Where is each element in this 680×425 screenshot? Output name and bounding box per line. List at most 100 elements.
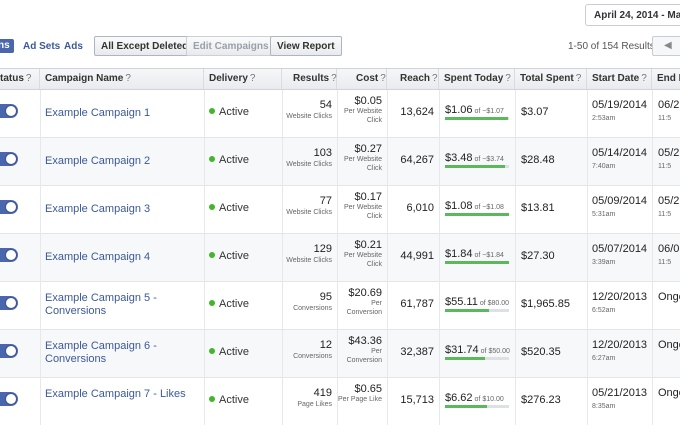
campaign-name-link[interactable]: Example Campaign 3 [45, 203, 195, 216]
active-dot-icon [209, 252, 215, 258]
campaign-name-link[interactable]: Example Campaign 6 - Conversions [45, 340, 195, 366]
active-dot-icon [209, 396, 215, 402]
active-dot-icon [209, 108, 215, 114]
tab-ads[interactable]: Ads [64, 41, 83, 52]
status-toggle[interactable] [0, 152, 18, 166]
spent-today-value: $6.62 [445, 392, 473, 404]
campaign-name-link[interactable]: Example Campaign 7 - Likes [45, 388, 195, 401]
total-spent-value: $13.81 [521, 202, 555, 214]
column-start-date[interactable]: Start Date? [587, 69, 652, 89]
tab-campaigns[interactable]: ns [0, 39, 14, 53]
column-status[interactable]: tatus? [0, 69, 40, 89]
spend-progress-fill [445, 261, 509, 264]
end-date: 06/2 11:5 [658, 99, 680, 122]
start-date: 12/20/2013 6:27am [592, 339, 648, 362]
delivery-status: Active [209, 250, 249, 262]
column-total-spent[interactable]: Total Spent? [515, 69, 587, 89]
reach-value: 15,713 [400, 394, 434, 406]
cost-type: Per Website Click [344, 156, 382, 172]
results-cell: 95 Conversions [278, 291, 332, 321]
delivery-status: Active [209, 394, 249, 406]
toggle-knob [5, 153, 17, 165]
spent-budget: of $50.00 [480, 348, 510, 355]
results-cell: 419 Page Likes [278, 387, 332, 417]
cost-type: Per Website Click [344, 252, 382, 268]
spend-progress-bar [445, 117, 509, 120]
cost-type: Per Website Click [344, 204, 382, 220]
spend-progress-fill [445, 309, 489, 312]
reach-value: 6,010 [406, 202, 434, 214]
status-toggle[interactable] [0, 248, 18, 262]
status-toggle[interactable] [0, 296, 18, 310]
status-toggle[interactable] [0, 200, 18, 214]
delivery-status: Active [209, 106, 249, 118]
column-cost[interactable]: Cost? [337, 69, 387, 89]
edit-campaigns-label: Edit Campaigns [193, 41, 269, 52]
spent-budget: of $10.00 [474, 396, 504, 403]
cost-cell: $0.65 Per Page Like [338, 383, 382, 404]
end-date: 05/2 11:5 [658, 147, 680, 170]
cost-cell: $20.69 Per Conversion [338, 287, 382, 317]
cost-value: $0.17 [354, 191, 382, 203]
toggle-knob [5, 297, 17, 309]
table-row: Example Campaign 2 Active 103 Website Cl… [0, 138, 680, 186]
campaign-name-link[interactable]: Example Campaign 2 [45, 155, 195, 168]
cost-value: $43.36 [348, 335, 382, 347]
column-spent-today[interactable]: Spent Today? [439, 69, 515, 89]
end-date: 06/0 11:5 [658, 243, 680, 266]
column-end-date[interactable]: End D [652, 69, 680, 89]
view-report-button[interactable]: View Report [270, 36, 342, 56]
status-toggle[interactable] [0, 344, 18, 358]
end-date: 05/2 11:5 [658, 195, 680, 218]
table-row: Example Campaign 3 Active 77 Website Cli… [0, 186, 680, 234]
cost-cell: $0.27 Per Website Click [338, 143, 382, 173]
campaign-name-link[interactable]: Example Campaign 4 [45, 251, 195, 264]
column-campaign-name[interactable]: Campaign Name? [40, 69, 204, 89]
campaign-name-link[interactable]: Example Campaign 5 - Conversions [45, 292, 195, 318]
end-date: Ongo [658, 339, 680, 351]
column-reach[interactable]: Reach? [387, 69, 439, 89]
toolbar: ns Ad Sets Ads All Except Deleted Edit C… [0, 34, 680, 58]
results-value: 129 [313, 243, 332, 255]
results-value: 419 [313, 387, 332, 399]
status-toggle[interactable] [0, 104, 18, 118]
reach-value: 32,387 [400, 346, 434, 358]
results-value: 103 [313, 147, 332, 159]
spent-budget: of ~$3.74 [474, 156, 504, 163]
spend-progress-fill [445, 213, 509, 216]
cost-value: $0.21 [354, 239, 382, 251]
spent-today-cell: $3.48 of ~$3.74 [445, 148, 513, 168]
column-results[interactable]: Results? [282, 69, 337, 89]
pagination-count: 1-50 of 154 Results [568, 41, 655, 52]
cost-type: Per Page Like [338, 396, 382, 403]
results-value: 12 [319, 339, 332, 351]
cost-value: $0.65 [354, 383, 382, 395]
spent-today-cell: $6.62 of $10.00 [445, 388, 513, 408]
results-type: Page Likes [297, 401, 332, 408]
cost-cell: $0.05 Per Website Click [338, 95, 382, 125]
status-toggle[interactable] [0, 392, 18, 406]
date-range-picker[interactable]: April 24, 2014 - May 2 [585, 4, 680, 26]
active-dot-icon [209, 156, 215, 162]
tab-ad-sets[interactable]: Ad Sets [23, 41, 60, 52]
results-cell: 77 Website Clicks [278, 195, 332, 225]
end-date: Ongo [658, 291, 680, 303]
previous-page-button[interactable]: ◀ [652, 36, 680, 56]
spent-budget: of ~$1.07 [474, 108, 504, 115]
results-value: 77 [319, 195, 332, 207]
campaign-name-link[interactable]: Example Campaign 1 [45, 107, 195, 120]
end-date: Ongo [658, 387, 680, 399]
reach-value: 61,787 [400, 298, 434, 310]
spent-today-cell: $1.08 of ~$1.08 [445, 196, 513, 216]
spent-today-value: $1.08 [445, 200, 473, 212]
spent-today-value: $1.06 [445, 104, 473, 116]
column-delivery[interactable]: Delivery? [204, 69, 282, 89]
cost-cell: $43.36 Per Conversion [338, 335, 382, 365]
start-date: 05/21/2013 8:35am [592, 387, 648, 410]
cost-cell: $0.21 Per Website Click [338, 239, 382, 269]
results-value: 54 [319, 99, 332, 111]
results-type: Website Clicks [286, 113, 332, 120]
spent-today-value: $3.48 [445, 152, 473, 164]
delivery-status: Active [209, 154, 249, 166]
delivery-status: Active [209, 346, 249, 358]
